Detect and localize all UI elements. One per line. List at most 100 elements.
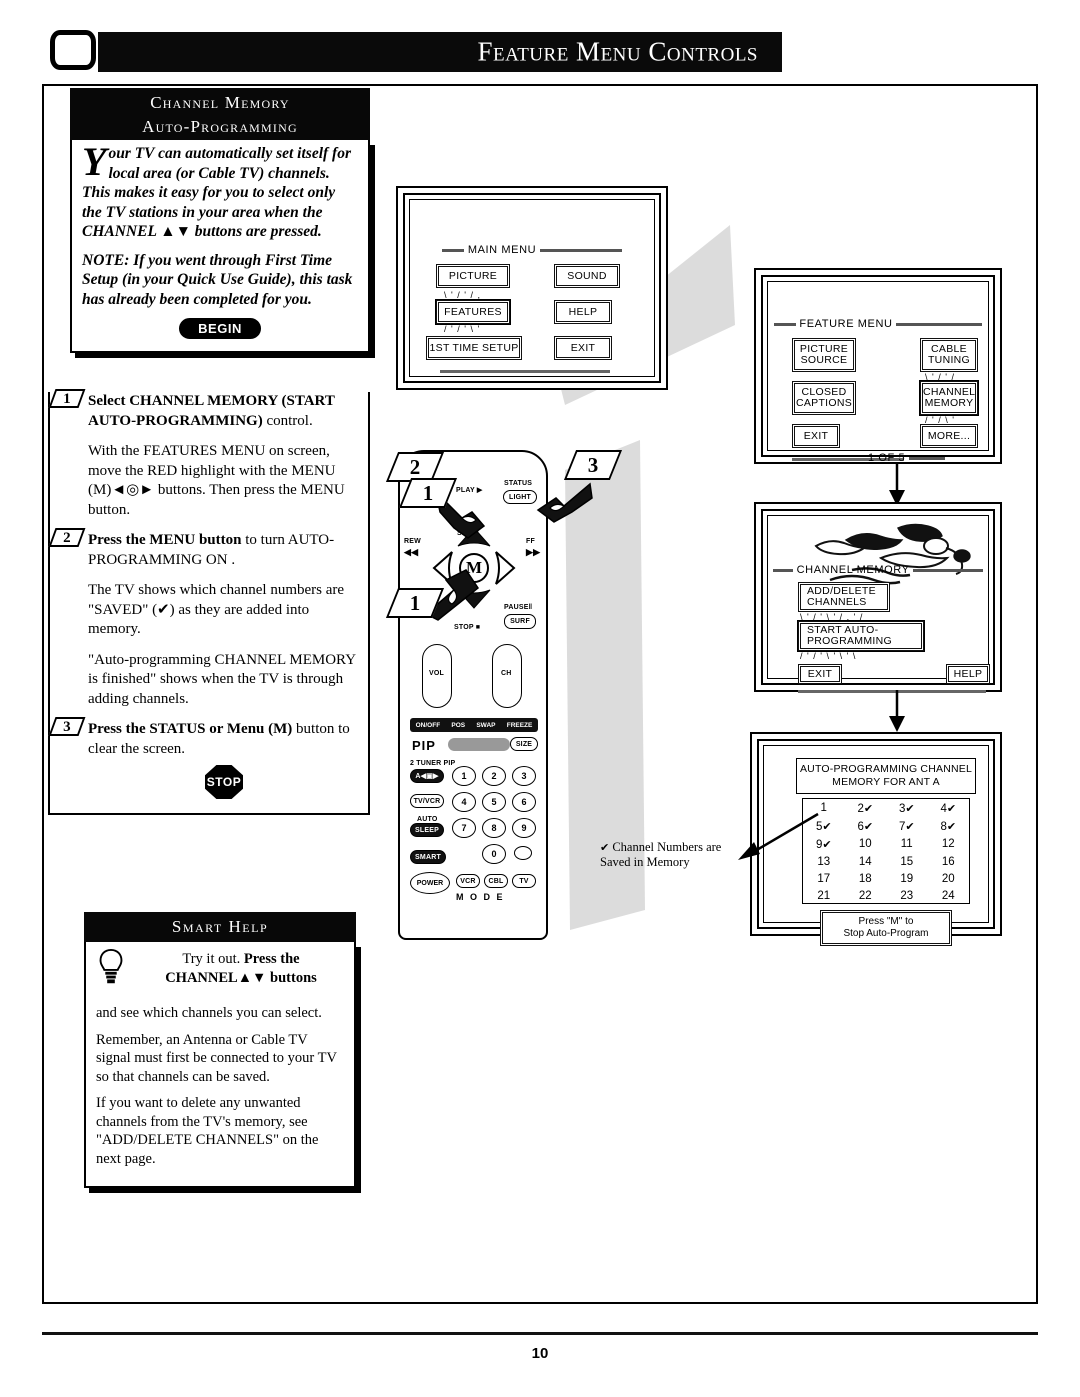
step-1-number: 1 — [48, 389, 86, 408]
channel-grid-row: 5✔ 6✔ 7✔ 8✔ — [803, 817, 969, 835]
remote-key-freeze[interactable]: FREEZE — [507, 722, 533, 729]
pointing-hand-icon-right — [536, 482, 593, 523]
channel-memory-panel-heading: Channel Memory Auto-Programming — [70, 88, 370, 140]
step-1-rest: control. — [262, 412, 313, 429]
channel-cell-20: 20 — [941, 872, 955, 885]
osd-button-more[interactable]: MORE... — [920, 424, 978, 448]
remote-key-0[interactable]: 0 — [482, 844, 506, 864]
channel-saved-check-icon: ✔ — [905, 819, 915, 833]
screen-main-menu: MAIN MENU PICTURE SOUND \ ' / ' / , FEAT… — [396, 186, 668, 390]
highlight-sparkle-top: \ ' / ' / , — [444, 290, 481, 300]
stop-badge: STOP — [205, 765, 243, 799]
steps-panel: 1 Select CHANNEL MEMORY (START AUTO-PROG… — [48, 389, 370, 815]
channel-cell-14: 14 — [858, 855, 872, 868]
osd-button-features[interactable]: FEATURES — [435, 299, 511, 325]
screen-feature-menu: FEATURE MENU PICTURE SOURCE CABLE TUNING… — [754, 268, 1002, 464]
osd-button-cm-help[interactable]: HELP — [946, 664, 990, 684]
remote-key-blank[interactable] — [514, 846, 532, 860]
osd-button-picture-source[interactable]: PICTURE SOURCE — [792, 338, 856, 372]
remote-key-power[interactable]: POWER — [410, 872, 450, 894]
remote-key-surf[interactable]: SURF — [504, 614, 536, 629]
osd-button-cable-tuning[interactable]: CABLE TUNING — [920, 338, 978, 372]
smart-help-p2: Remember, an Antenna or Cable TV signal … — [96, 1031, 337, 1085]
remote-key-2[interactable]: 2 — [482, 766, 506, 786]
remote-key-6[interactable]: 6 — [512, 792, 536, 812]
channel-saved-check-icon: ✔ — [822, 819, 832, 833]
callout-channel-numbers-saved: ✔ Channel Numbers are Saved in Memory — [600, 840, 722, 869]
osd-button-picture[interactable]: PICTURE — [436, 264, 510, 288]
screen-channel-memory: CHANNEL MEMORY ADD/DELETE CHANNELS \ ' /… — [754, 502, 1002, 693]
remote-key-1[interactable]: 1 — [452, 766, 476, 786]
tv-screen-icon — [50, 30, 96, 70]
remote-key-on-off[interactable]: ON/OFF — [416, 722, 441, 729]
channel-cell-12: 12 — [941, 838, 955, 850]
channel-saved-check-icon: ✔ — [863, 819, 874, 833]
begin-badge: BEGIN — [179, 318, 261, 339]
step-1: 1 Select CHANNEL MEMORY (START AUTO-PROG… — [48, 389, 360, 431]
channel-cell-15: 15 — [900, 855, 914, 868]
channel-cell-21: 21 — [817, 889, 831, 902]
remote-label-ff-glyph: ▶▶ — [526, 547, 541, 557]
osd-button-closed-captions[interactable]: CLOSED CAPTIONS — [792, 381, 856, 415]
osd-button-exit[interactable]: EXIT — [554, 336, 612, 360]
remote-key-pos[interactable]: POS — [451, 722, 465, 729]
remote-key-8[interactable]: 8 — [482, 818, 506, 838]
remote-key-smart[interactable]: SMART — [410, 850, 446, 864]
step-2: 2 Press the MENU button to turn AUTO-PRO… — [48, 528, 360, 570]
page-header-bar: Feature Menu Controls — [98, 32, 782, 72]
remote-key-mode-tv[interactable]: TV — [512, 874, 536, 888]
channel-cell-17: 17 — [817, 872, 831, 885]
channel-memory-title: CHANNEL MEMORY — [768, 564, 988, 576]
remote-key-sleep[interactable]: SLEEP — [410, 823, 444, 837]
page-number: 10 — [531, 1345, 549, 1362]
remote-pip-slider[interactable] — [448, 738, 510, 751]
channel-grid-row: 1 2✔ 3✔ 4✔ — [803, 799, 969, 817]
step-2-body-a: The TV shows which channel numbers are "… — [88, 582, 345, 637]
remote-key-4[interactable]: 4 — [452, 792, 476, 812]
lightbulb-icon — [99, 948, 123, 984]
osd-button-cm-exit[interactable]: EXIT — [798, 664, 842, 684]
remote-key-mode-vcr[interactable]: VCR — [456, 874, 480, 888]
remote-label-rew-glyph: ◀◀ — [404, 547, 419, 557]
step-3-bold: Press the STATUS or Menu (M) — [88, 721, 293, 737]
step-2-number: 2 — [48, 528, 86, 547]
remote-key-size[interactable]: SIZE — [510, 737, 538, 751]
remote-pip-strip[interactable]: ON/OFF POS SWAP FREEZE — [410, 718, 538, 732]
remote-label-vol: VOL — [429, 670, 444, 677]
main-menu-title: MAIN MENU — [410, 244, 654, 256]
remote-key-tuner-pip[interactable]: A◀▣▶ — [410, 769, 444, 783]
remote-label-pause: PAUSE‖ — [504, 604, 533, 611]
highlight-sparkle-bottom: / ' / ' \ ' — [444, 324, 481, 334]
osd-button-1st-time-setup[interactable]: 1ST TIME SETUP — [426, 336, 522, 360]
auto-programming-footer: Press "M" to Stop Auto-Program — [820, 910, 952, 946]
osd-button-feature-exit[interactable]: EXIT — [792, 424, 840, 448]
channel-cell-3: 3✔ — [898, 801, 915, 815]
step-3: 3 Press the STATUS or Menu (M) button to… — [48, 717, 360, 759]
arrow-down-channel-to-autoprog — [889, 690, 905, 732]
smart-help-p3: If you want to delete any unwanted chann… — [96, 1095, 319, 1167]
channel-cell-8: 8✔ — [940, 819, 957, 833]
remote-label-auto: AUTO — [417, 816, 438, 823]
heading-line-1: Channel Memory — [150, 93, 290, 112]
remote-key-5[interactable]: 5 — [482, 792, 506, 812]
remote-key-7[interactable]: 7 — [452, 818, 476, 838]
channel-cell-19: 19 — [900, 872, 914, 885]
channel-saved-check-icon: ✔ — [946, 801, 957, 815]
osd-button-start-auto-programming[interactable]: START AUTO-PROGRAMMING — [797, 620, 925, 652]
remote-key-3[interactable]: 3 — [512, 766, 536, 786]
channel-grid-row: 13 14 15 16 — [803, 853, 969, 870]
remote-key-tv-vcr[interactable]: TV/VCR — [410, 794, 444, 808]
channel-cell-6: 6✔ — [857, 819, 874, 833]
remote-label-rew: REW — [404, 538, 421, 545]
cm-sparkle-bottom: / ' / ' \ ' \ ' \ — [800, 651, 857, 661]
note-paragraph: NOTE: If you went through First Time Set… — [82, 251, 353, 308]
osd-button-add-delete-channels[interactable]: ADD/DELETE CHANNELS — [798, 582, 890, 612]
remote-key-swap[interactable]: SWAP — [476, 722, 495, 729]
osd-button-sound[interactable]: SOUND — [554, 264, 620, 288]
callout-check-icon: ✔ — [600, 841, 610, 854]
remote-key-mode-cbl[interactable]: CBL — [484, 874, 508, 888]
remote-key-9[interactable]: 9 — [512, 818, 536, 838]
intro-box: Your TV can automatically set itself for… — [70, 140, 370, 353]
osd-button-help[interactable]: HELP — [554, 300, 612, 324]
osd-button-channel-memory[interactable]: CHANNEL MEMORY — [919, 380, 979, 416]
